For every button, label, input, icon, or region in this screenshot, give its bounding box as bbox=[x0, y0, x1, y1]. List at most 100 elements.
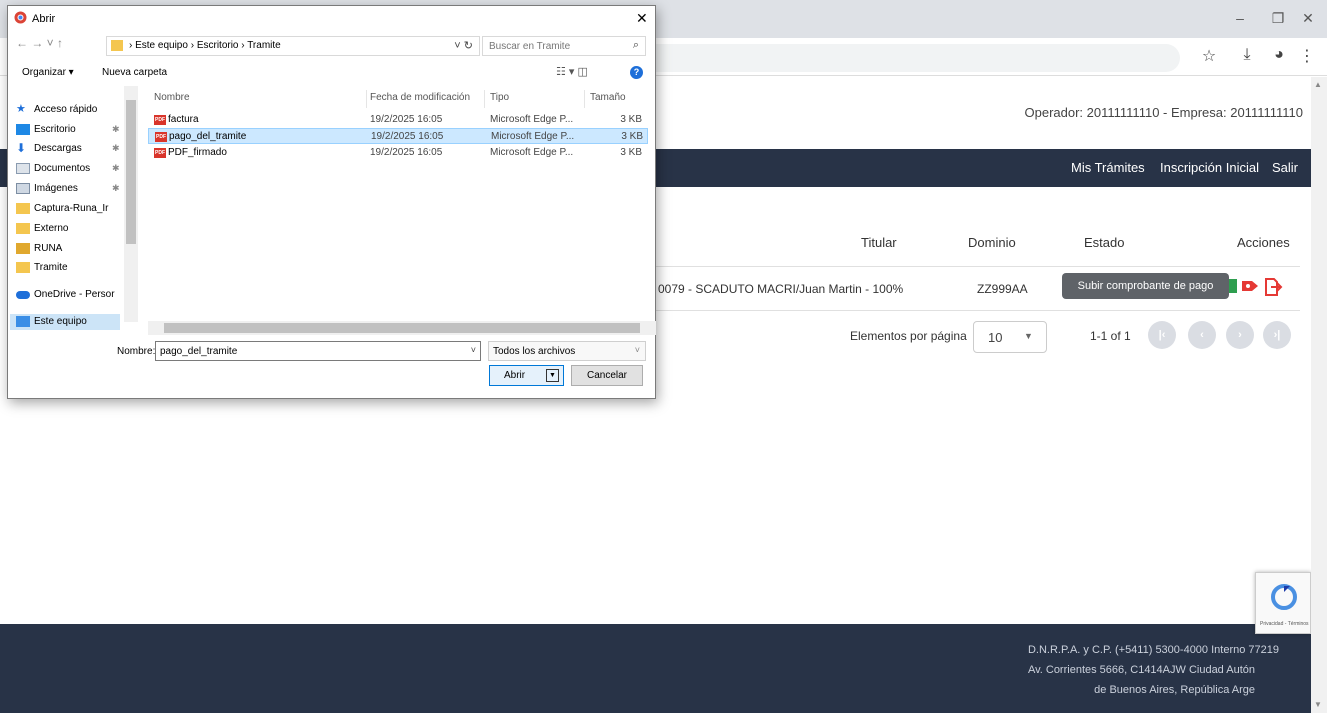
col-nombre[interactable]: Nombre bbox=[154, 92, 190, 103]
file-row-selected[interactable]: PDF pago_del_tramite 19/2/2025 16:05 Mic… bbox=[148, 128, 648, 144]
cancel-button[interactable]: Cancelar bbox=[571, 365, 643, 386]
scroll-up-icon[interactable]: ▲ bbox=[1314, 80, 1322, 89]
recaptcha-icon bbox=[1271, 584, 1297, 610]
refresh-icon[interactable]: ˅ ↻ bbox=[454, 39, 473, 52]
chevron-down-icon[interactable]: ˅ bbox=[471, 345, 476, 355]
nav-item-label: Externo bbox=[34, 223, 69, 234]
help-icon[interactable]: ? bbox=[630, 66, 643, 79]
file-list-hscrollbar[interactable] bbox=[148, 321, 656, 335]
new-folder-button[interactable]: Nueva carpeta bbox=[102, 67, 167, 78]
operator-info: Operador: 20111111110 - Empresa: 2011111… bbox=[1024, 105, 1304, 120]
filename-value: pago_del_tramite bbox=[160, 346, 238, 357]
file-row[interactable]: PDF PDF_firmado 19/2/2025 16:05 Microsof… bbox=[148, 145, 648, 161]
organize-button[interactable]: Organizar ▾ bbox=[22, 67, 74, 78]
file-modified: 19/2/2025 16:05 bbox=[371, 131, 444, 142]
path-bar[interactable]: › Este equipo › Escritorio › Tramite ˅ ↻ bbox=[106, 36, 480, 56]
view-options-icon[interactable]: ☷ ▾ ◫ bbox=[556, 65, 588, 78]
nav-item-label: Documentos bbox=[34, 163, 91, 174]
cell-dominio: ZZ999AA bbox=[977, 282, 1028, 296]
recaptcha-privacy-terms[interactable]: Privacidad - Términos bbox=[1260, 621, 1309, 627]
filename-input[interactable]: pago_del_tramite ˅ bbox=[155, 341, 481, 361]
folder-icon bbox=[111, 40, 123, 51]
scroll-down-icon[interactable]: ▼ bbox=[1314, 700, 1322, 709]
nav-item-runa[interactable]: RUNA bbox=[16, 243, 63, 254]
nav-item-captura[interactable]: Captura-Runa_Ir bbox=[16, 203, 108, 214]
file-type: Microsoft Edge P... bbox=[490, 114, 574, 125]
path-breadcrumb: › Este equipo › Escritorio › Tramite bbox=[129, 40, 281, 51]
nav-item-label: Descargas bbox=[34, 143, 82, 154]
nav-arrows-icon[interactable]: ← → ˅ ↑ bbox=[16, 36, 63, 50]
pdf-file-icon: PDF bbox=[155, 132, 167, 142]
profile-icon[interactable]: ◕ bbox=[1268, 46, 1290, 64]
col-fecha[interactable]: Fecha de modificación bbox=[370, 92, 470, 103]
col-estado: Estado bbox=[1084, 235, 1125, 250]
file-size: 3 KB bbox=[621, 131, 643, 142]
file-name: PDF_firmado bbox=[168, 147, 227, 158]
download-icon[interactable]: ⤓ bbox=[1236, 46, 1258, 64]
nav-inscripcion-inicial[interactable]: Inscripción Inicial bbox=[1160, 160, 1259, 175]
nav-item-escritorio[interactable]: Escritorio ✱ bbox=[16, 124, 120, 135]
scroll-thumb[interactable] bbox=[164, 323, 640, 333]
cancel-button-label: Cancelar bbox=[586, 370, 628, 381]
nav-salir[interactable]: Salir bbox=[1272, 160, 1298, 175]
column-divider[interactable] bbox=[366, 90, 367, 108]
close-window-icon[interactable]: ✕ bbox=[1298, 10, 1318, 27]
nav-item-descargas[interactable]: ⬇ Descargas ✱ bbox=[16, 141, 120, 155]
file-row[interactable]: PDF factura 19/2/2025 16:05 Microsoft Ed… bbox=[148, 112, 648, 128]
close-icon[interactable]: ✕ bbox=[636, 10, 648, 27]
open-button[interactable]: Abrir ▼ bbox=[489, 365, 564, 386]
nav-item-externo[interactable]: Externo bbox=[16, 223, 69, 234]
page-size-select[interactable]: 10 ▼ bbox=[973, 321, 1047, 353]
star-icon: ★ bbox=[16, 103, 26, 115]
document-icon[interactable] bbox=[1229, 277, 1237, 295]
scroll-thumb[interactable] bbox=[126, 100, 136, 244]
nav-item-quick-access[interactable]: ★ Acceso rápido bbox=[16, 103, 97, 115]
next-page-button[interactable]: › bbox=[1226, 321, 1254, 349]
items-per-page-label: Elementos por página bbox=[850, 329, 967, 343]
file-type-filter-select[interactable]: Todos los archivos ˅ bbox=[488, 341, 646, 361]
nav-item-label: RUNA bbox=[34, 243, 63, 254]
split-dropdown-icon[interactable]: ▼ bbox=[546, 369, 559, 382]
nav-item-imagenes[interactable]: Imágenes ✱ bbox=[16, 183, 120, 194]
tooltip-upload-receipt: Subir comprobante de pago bbox=[1062, 273, 1229, 299]
upload-receipt-icon[interactable] bbox=[1240, 277, 1260, 295]
cell-titular: 0079 - SCADUTO MACRI/Juan Martin - 100% bbox=[658, 282, 904, 296]
last-page-button[interactable]: ›| bbox=[1263, 321, 1291, 349]
column-divider[interactable] bbox=[484, 90, 485, 108]
prev-page-button[interactable]: ‹ bbox=[1188, 321, 1216, 349]
nav-item-label: Tramite bbox=[34, 262, 68, 273]
nav-item-tramite[interactable]: Tramite bbox=[16, 262, 68, 273]
nav-item-onedrive[interactable]: OneDrive - Persor bbox=[16, 289, 115, 300]
bookmark-star-icon[interactable]: ☆ bbox=[1198, 46, 1220, 66]
dialog-title: Abrir bbox=[32, 13, 56, 25]
pin-icon: ✱ bbox=[112, 183, 120, 193]
nav-item-este-equipo[interactable]: Este equipo bbox=[16, 316, 87, 327]
page-footer: D.N.R.P.A. y C.P. (+5411) 5300-4000 Inte… bbox=[0, 624, 1311, 713]
col-tipo[interactable]: Tipo bbox=[490, 92, 509, 103]
export-file-icon[interactable] bbox=[1263, 277, 1283, 297]
minimize-icon[interactable]: – bbox=[1230, 10, 1250, 26]
file-name: factura bbox=[168, 114, 199, 125]
col-tamano[interactable]: Tamaño bbox=[590, 92, 626, 103]
restore-icon[interactable]: ❐ bbox=[1268, 10, 1288, 27]
file-name: pago_del_tramite bbox=[169, 131, 247, 142]
command-bar: Organizar ▾ Nueva carpeta ☷ ▾ ◫ ? bbox=[8, 62, 655, 84]
nav-mis-tramites[interactable]: Mis Trámites bbox=[1071, 160, 1145, 175]
table-divider bbox=[650, 310, 1300, 311]
search-icon: ⌕ bbox=[632, 39, 639, 51]
nav-item-documentos[interactable]: Documentos ✱ bbox=[16, 163, 120, 174]
footer-line-2: Av. Corrientes 5666, C1414AJW Ciudad Aut… bbox=[1027, 664, 1255, 676]
search-input[interactable]: Buscar en Tramite ⌕ bbox=[482, 36, 646, 56]
pin-icon: ✱ bbox=[112, 163, 120, 173]
column-divider[interactable] bbox=[584, 90, 585, 108]
nav-item-label: Imágenes bbox=[34, 183, 78, 194]
nav-pane-scrollbar[interactable] bbox=[124, 86, 138, 322]
documents-icon bbox=[16, 163, 30, 174]
recaptcha-badge[interactable]: Privacidad - Términos bbox=[1255, 572, 1311, 634]
pin-icon: ✱ bbox=[112, 143, 120, 153]
menu-kebab-icon[interactable]: ⋮ bbox=[1296, 46, 1318, 66]
col-dominio: Dominio bbox=[968, 235, 1016, 250]
first-page-button[interactable]: |‹ bbox=[1148, 321, 1176, 349]
pin-icon: ✱ bbox=[112, 124, 120, 134]
page-scrollbar[interactable] bbox=[1311, 77, 1327, 713]
